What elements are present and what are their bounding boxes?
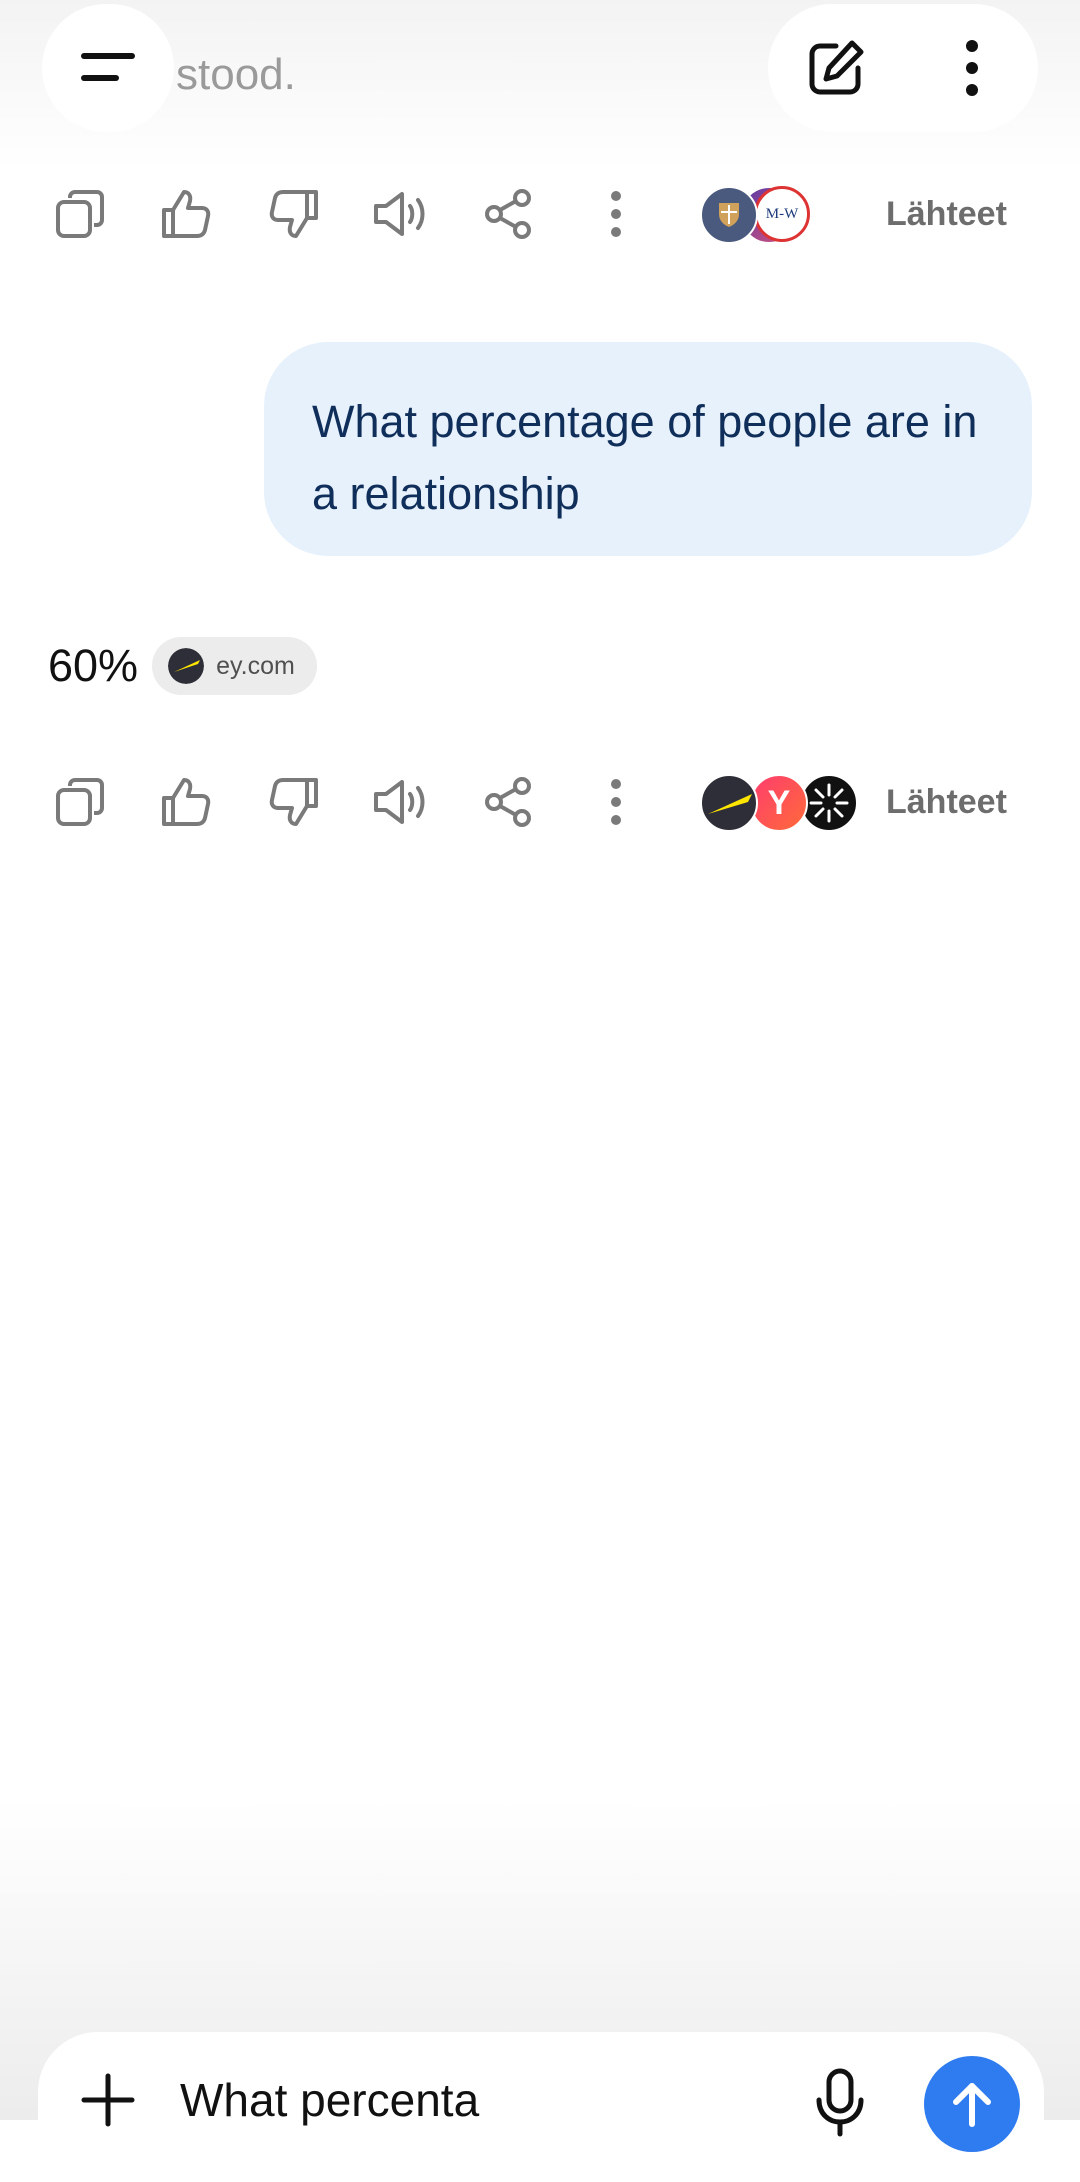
cambridge-logo [700, 186, 758, 244]
like-button[interactable] [146, 762, 226, 842]
user-message-text: What percentage of people are in a relat… [312, 396, 978, 519]
read-aloud-button[interactable] [362, 174, 442, 254]
menu-button[interactable] [42, 4, 174, 132]
sources-button[interactable]: Y Lähteet [700, 762, 1060, 842]
more-options-button[interactable] [932, 28, 1012, 108]
assistant-answer: 60% ey.com [48, 636, 317, 696]
response-actions-1: M-W Lähteet [40, 174, 1040, 254]
microphone-icon [816, 2068, 864, 2137]
more-vertical-icon [611, 779, 621, 825]
shield-icon [719, 203, 739, 227]
sunburst-icon [809, 783, 849, 823]
ey-logo [168, 648, 205, 684]
more-vertical-icon [611, 191, 621, 237]
speaker-icon [374, 780, 425, 824]
share-icon [485, 777, 531, 827]
citation-chip[interactable]: ey.com [152, 637, 317, 695]
send-button[interactable] [924, 2056, 1020, 2152]
more-vertical-icon [966, 40, 978, 96]
header-actions [768, 4, 1038, 132]
new-chat-button[interactable] [796, 28, 876, 108]
message-input[interactable] [180, 2060, 780, 2140]
more-actions-button[interactable] [576, 174, 656, 254]
add-attachment-button[interactable] [72, 2060, 144, 2140]
ey-logo-icon [168, 648, 205, 684]
ey-logo-icon [708, 794, 752, 814]
dislike-button[interactable] [254, 174, 334, 254]
share-button[interactable] [468, 174, 548, 254]
yougov-logo: Y [750, 774, 808, 832]
menu-icon [81, 53, 135, 81]
edit-icon [809, 40, 864, 95]
answer-text: 60% [48, 640, 139, 691]
source-avatars: M-W [700, 186, 858, 244]
more-actions-button[interactable] [576, 762, 656, 842]
copy-button[interactable] [40, 174, 120, 254]
speaker-icon [374, 192, 425, 236]
citation-label: ey.com [216, 651, 295, 680]
copy-icon [56, 778, 104, 826]
ey-logo [700, 774, 758, 832]
user-message-bubble: What percentage of people are in a relat… [264, 342, 1032, 556]
merriam-webster-logo: M-W [754, 186, 810, 242]
thumbs-down-icon [269, 190, 318, 238]
share-button[interactable] [468, 762, 548, 842]
thumbs-down-icon [269, 778, 318, 826]
like-button[interactable] [146, 174, 226, 254]
share-icon [485, 189, 531, 239]
copy-button[interactable] [40, 762, 120, 842]
sunburst-logo [800, 774, 858, 832]
thumbs-up-icon [162, 190, 211, 238]
dislike-button[interactable] [254, 762, 334, 842]
sources-label: Lähteet [886, 194, 1007, 233]
response-actions-2: Y Lähteet [40, 762, 1040, 842]
arrow-up-icon [953, 2083, 991, 2127]
voice-input-button[interactable] [800, 2058, 880, 2148]
sources-label: Lähteet [886, 782, 1007, 821]
thumbs-up-icon [162, 778, 211, 826]
read-aloud-button[interactable] [362, 762, 442, 842]
previous-message-fragment: stood. [176, 50, 296, 99]
source-avatars: Y [700, 774, 858, 832]
copy-icon [56, 190, 104, 238]
sources-button[interactable]: M-W Lähteet [700, 174, 1060, 254]
